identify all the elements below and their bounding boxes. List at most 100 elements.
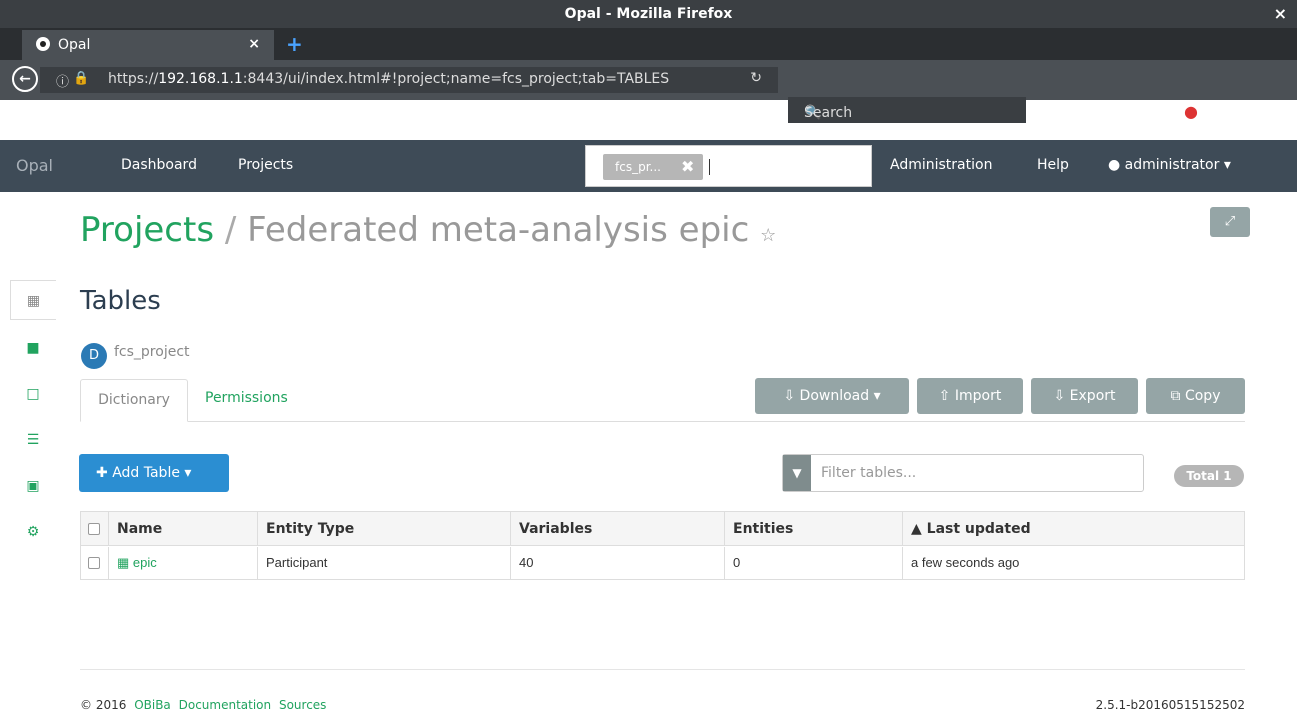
copy-icon: ⧉ [1170,388,1181,404]
page-title: Projects / Federated meta-analysis epic … [80,210,776,250]
search-chip-label: fcs_pr... [615,160,661,174]
browser-navbar: ← ⓘ 🔒 https://192.168.1.1:8443/ui/index.… [0,60,1297,100]
export-button[interactable]: ⇩ Export [1031,378,1138,414]
browser-search-field[interactable]: 🔍 Search [788,97,1026,123]
window-titlebar: Opal - Mozilla Firefox × [0,0,1297,28]
sidebar-settings-gear-icon[interactable]: ⚙ [10,512,56,552]
opal-favicon-icon [36,37,50,51]
download-label: Download [799,388,870,404]
url-bar[interactable]: ⓘ 🔒 https://192.168.1.1:8443/ui/index.ht… [40,67,778,93]
import-button[interactable]: ⇧ Import [917,378,1023,414]
sidebar-files-icon[interactable]: ■ [10,328,56,368]
import-label: Import [954,388,1002,404]
add-table-label: Add Table [112,465,180,481]
nav-administration-link[interactable]: Administration [890,157,992,173]
version-text: 2.5.1-b20160515152502 [1095,698,1245,712]
column-header-entity-type[interactable]: Entity Type [257,512,511,545]
export-label: Export [1069,388,1116,404]
sidebar-tables-icon[interactable]: ▦ [10,280,56,320]
table-name-link[interactable]: epic [133,555,157,570]
nav-dashboard-link[interactable]: Dashboard [121,157,197,173]
sources-link[interactable]: Sources [279,698,326,712]
user-menu[interactable]: ● administrator ▾ [1108,157,1231,173]
obiba-link[interactable]: OBiBa [134,698,171,712]
new-tab-icon[interactable]: + [286,32,303,56]
sidebar-tasks-icon[interactable]: ☰ [10,420,56,460]
table-row: ▦ epic Participant 40 0 a few seconds ag… [81,547,1244,579]
filter-funnel-icon: ▼ [783,455,811,491]
upload-icon: ⇧ [938,388,951,404]
download-button[interactable]: ⇩ Download ▾ [755,378,909,414]
cell-last-updated: a few seconds ago [902,547,1244,579]
last-updated-label: Last updated [926,521,1031,537]
cell-name: ▦ epic [108,547,258,579]
browser-tab-label: Opal [58,37,91,53]
back-arrow-icon[interactable]: ← [12,66,38,92]
breadcrumb-separator: / [224,210,237,250]
row-checkbox[interactable] [88,557,100,569]
browser-tab-opal[interactable]: Opal × [22,30,274,60]
info-icon[interactable]: ⓘ [56,71,69,90]
ublock-icon[interactable]: ● [1184,102,1198,121]
datasource-badge: D [81,343,107,369]
caret-down-icon: ▾ [184,465,192,481]
sort-asc-icon: ▲ [911,521,922,537]
table-header-row: Name Entity Type Variables Entities ▲ La… [81,512,1244,546]
copy-button[interactable]: ⧉ Copy [1146,378,1245,414]
datasource-name: fcs_project [114,344,190,360]
add-table-button[interactable]: ✚ Add Table ▾ [79,454,229,492]
url-text: https://192.168.1.1:8443/ui/index.html#!… [108,71,670,87]
download-arrow-icon[interactable]: ↓ [1116,102,1129,121]
caret-down-icon: ▾ [1223,157,1231,173]
search-chip[interactable]: fcs_pr... ✖ [603,154,703,180]
reading-list-icon[interactable]: ▤ [1075,102,1090,121]
fullscreen-expand-button[interactable]: ⤢ [1210,207,1250,237]
nav-projects-link[interactable]: Projects [238,157,293,173]
tab-permissions[interactable]: Permissions [205,390,288,406]
plus-icon: ✚ [96,465,108,481]
sidebar-permissions-lock-icon[interactable]: ▣ [10,466,56,506]
cell-entities: 0 [724,547,902,579]
reload-icon[interactable]: ↻ [750,70,762,86]
column-header-entities[interactable]: Entities [724,512,902,545]
browser-search-placeholder: Search [804,105,853,121]
total-count-badge: Total 1 [1174,465,1244,487]
window-close-icon[interactable]: × [1274,4,1287,23]
brand-logo[interactable]: Opal [16,156,53,175]
column-header-name[interactable]: Name [108,512,258,545]
footer-divider [80,669,1245,670]
lock-icon[interactable]: 🔒 [73,71,89,86]
project-title: Federated meta-analysis epic [247,210,750,250]
tab-dictionary[interactable]: Dictionary [80,379,188,422]
nav-help-link[interactable]: Help [1037,157,1069,173]
favorite-star-icon[interactable]: ☆ [760,225,776,246]
download-icon: ⇩ [1053,388,1066,404]
column-header-variables[interactable]: Variables [510,512,724,545]
table-grid-icon: ▦ [117,555,130,570]
home-icon[interactable]: ⌂ [1149,102,1159,121]
sidebar-reports-icon[interactable]: □ [10,374,56,414]
documentation-link[interactable]: Documentation [179,698,272,712]
filter-placeholder: Filter tables... [821,465,917,481]
tab-close-icon[interactable]: × [248,36,260,52]
chip-remove-icon[interactable]: ✖ [681,157,694,176]
filter-tables-input[interactable]: ▼ Filter tables... [782,454,1144,492]
select-all-checkbox[interactable] [88,523,100,535]
footer: © 2016 OBiBa Documentation Sources [80,698,326,712]
hamburger-menu-icon[interactable]: ☰ [1262,102,1276,121]
column-header-last-updated[interactable]: ▲ Last updated [902,512,1244,545]
breadcrumb-projects-link[interactable]: Projects [80,210,214,250]
global-search-input[interactable]: fcs_pr... ✖ [585,145,872,187]
user-name: administrator [1124,157,1220,173]
tabs-divider [80,421,1245,422]
caret-down-icon: ▾ [873,388,881,404]
user-icon: ● [1108,157,1121,173]
window-title: Opal - Mozilla Firefox [564,6,733,22]
cell-variables: 40 [510,547,724,579]
copy-label: Copy [1184,388,1221,404]
text-cursor [709,159,710,175]
copyright-text: © 2016 [80,698,127,712]
tables-table: Name Entity Type Variables Entities ▲ La… [80,511,1245,580]
bookmark-star-icon[interactable]: ☆ [1042,102,1056,121]
download-circle-icon: ⇩ [783,388,796,404]
